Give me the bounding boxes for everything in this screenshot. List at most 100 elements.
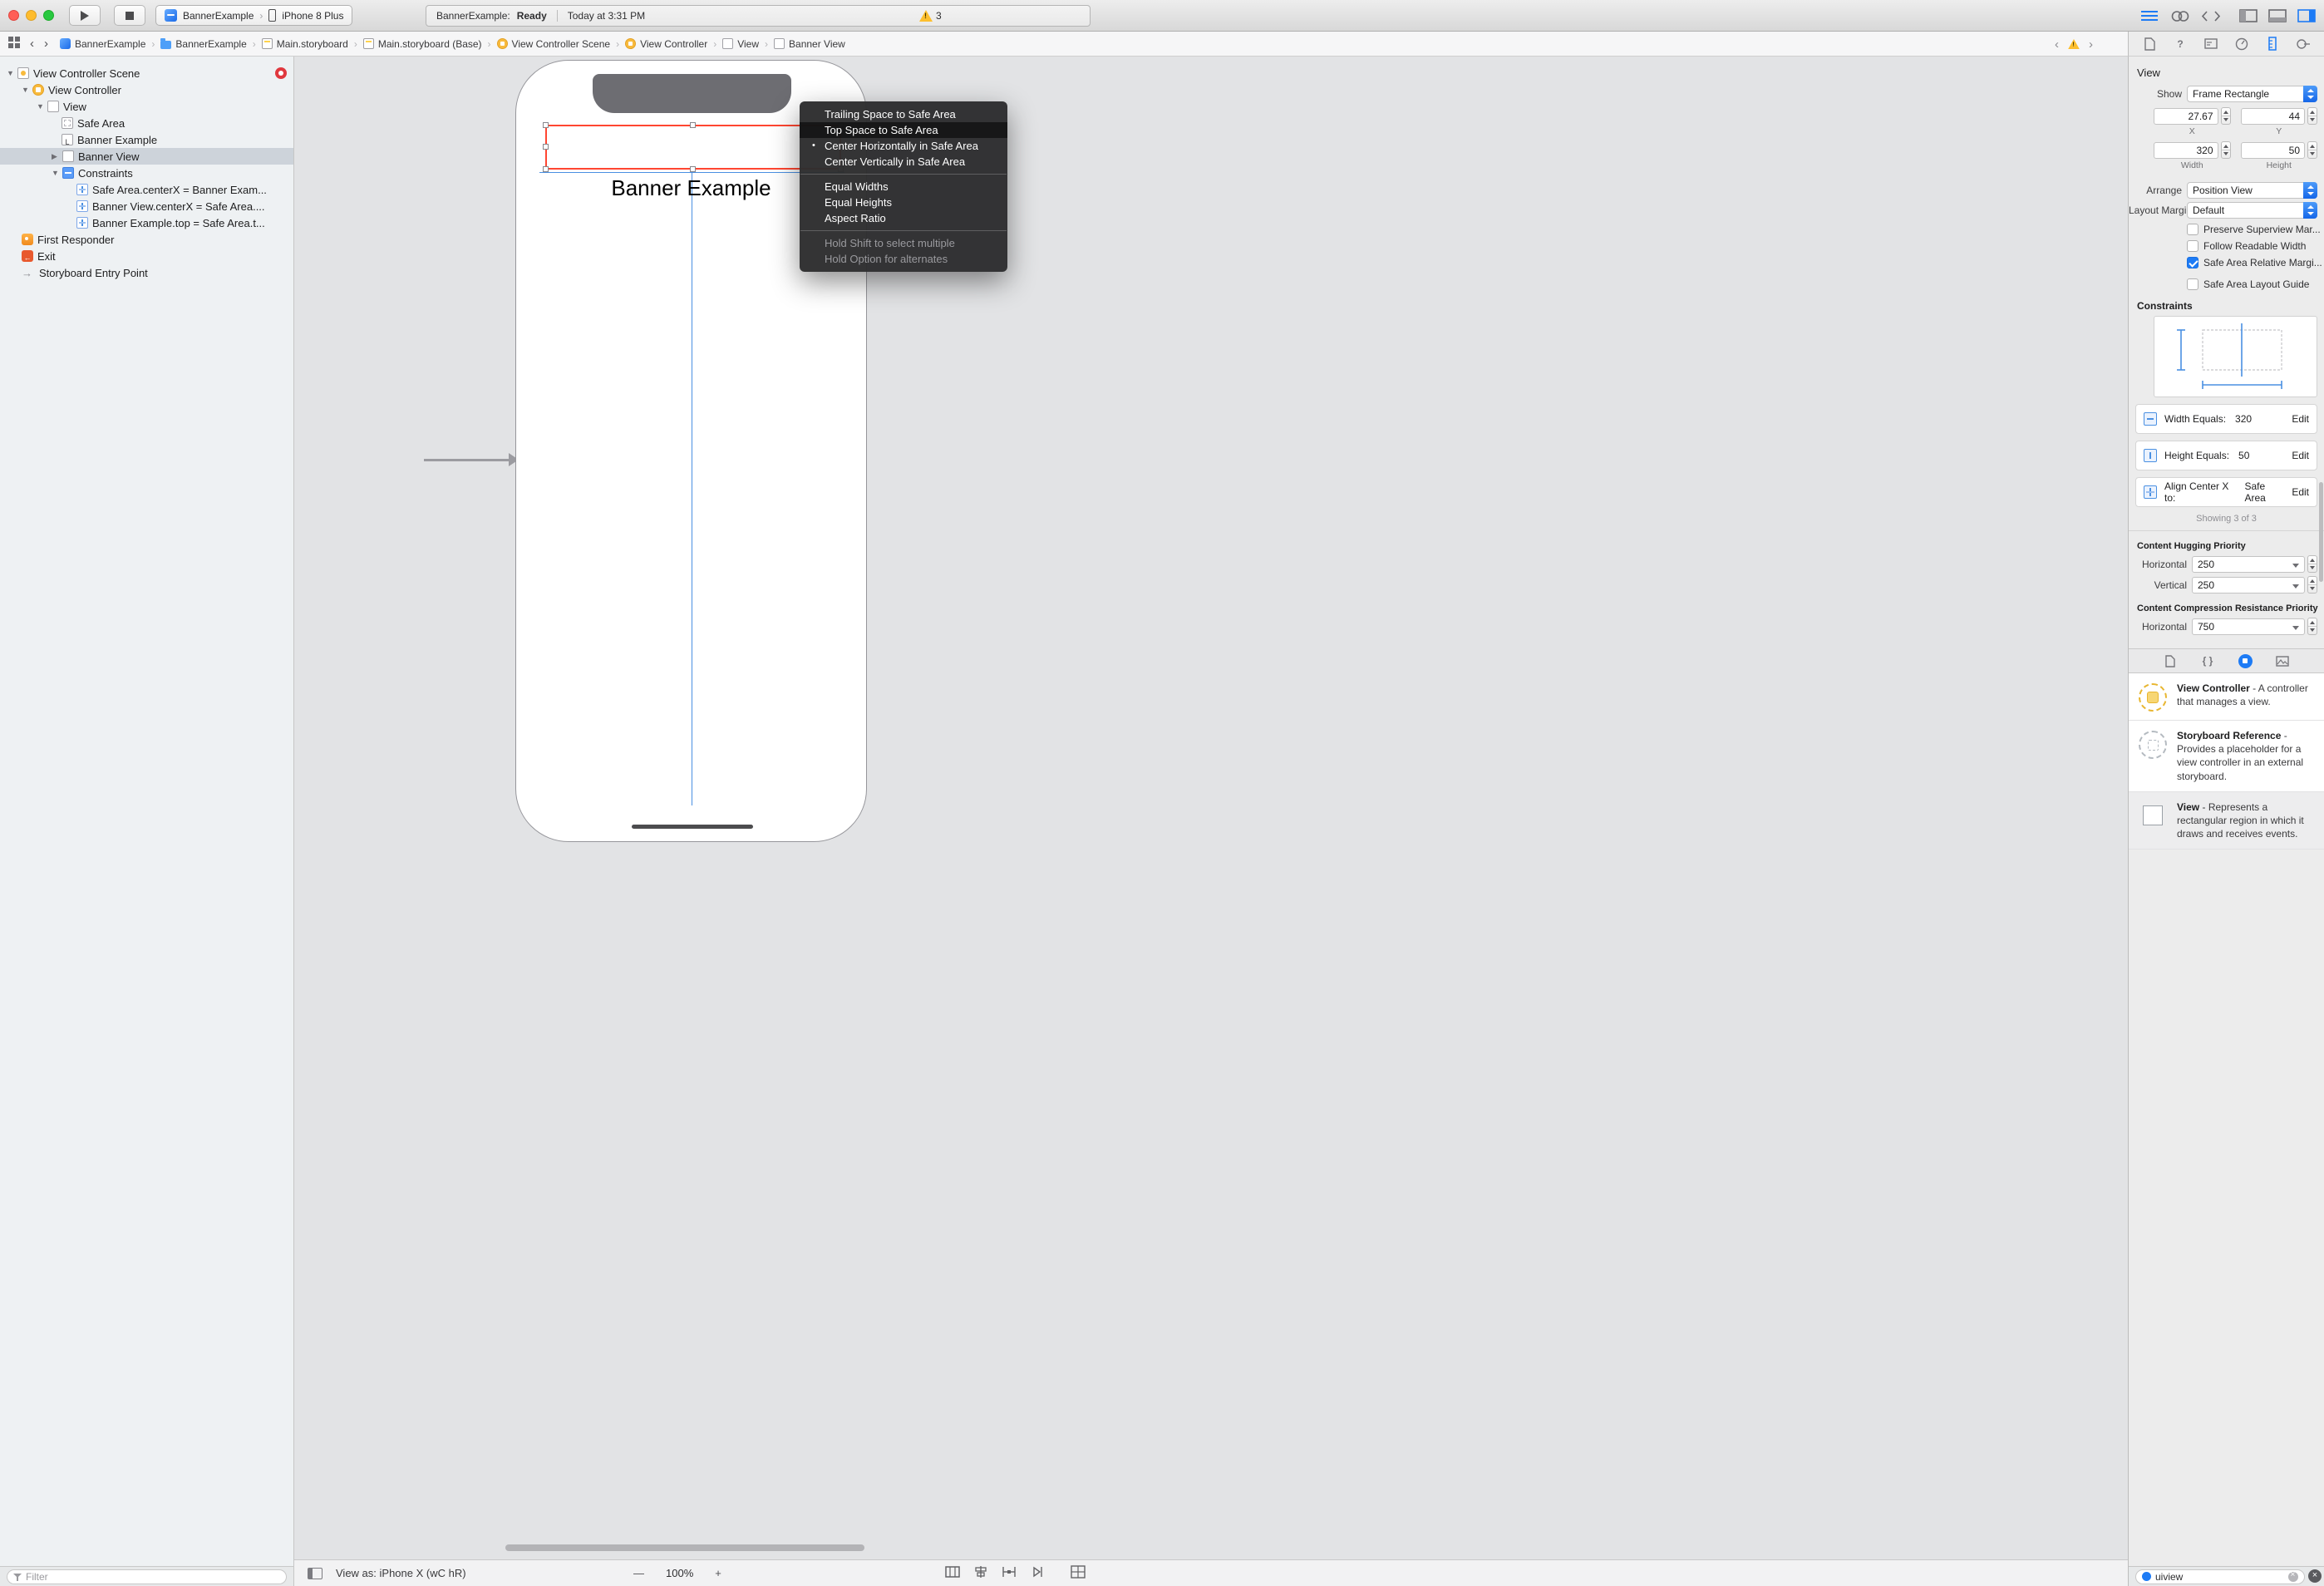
breadcrumb-banner-view[interactable]: Banner View bbox=[774, 38, 845, 50]
close-library-button[interactable] bbox=[2308, 1569, 2322, 1583]
previous-issue-button[interactable] bbox=[2055, 38, 2059, 51]
outline-row-constraint-3[interactable]: Banner Example.top = Safe Area.t... bbox=[0, 214, 293, 231]
width-field[interactable] bbox=[2154, 141, 2218, 159]
pin-button[interactable] bbox=[1001, 1565, 1017, 1581]
library-item-view-controller[interactable]: View Controller - A controller that mana… bbox=[2129, 673, 2324, 721]
breadcrumb-storyboard[interactable]: Main.storyboard bbox=[261, 38, 348, 50]
disclosure-triangle-icon[interactable] bbox=[37, 102, 47, 111]
outline-row-exit[interactable]: Exit bbox=[0, 248, 293, 264]
edit-constraint-button[interactable]: Edit bbox=[2292, 450, 2309, 461]
menu-item-trailing-space[interactable]: Trailing Space to Safe Area bbox=[800, 106, 1007, 122]
resize-handle[interactable] bbox=[543, 144, 549, 150]
disclosure-triangle-icon[interactable] bbox=[7, 69, 17, 77]
navigator-panel-toggle[interactable] bbox=[2239, 9, 2258, 22]
run-destination-label[interactable]: iPhone 8 Plus bbox=[282, 10, 343, 22]
compression-horizontal-stepper[interactable] bbox=[2307, 618, 2317, 635]
media-library-tab[interactable] bbox=[2276, 654, 2290, 668]
library-item-storyboard-reference[interactable]: Storyboard Reference - Provides a placeh… bbox=[2129, 721, 2324, 792]
menu-item-center-horizontally[interactable]: • Center Horizontally in Safe Area bbox=[800, 138, 1007, 154]
x-stepper[interactable] bbox=[2220, 107, 2231, 125]
outline-row-safe-area[interactable]: Safe Area bbox=[0, 115, 293, 131]
clear-filter-icon[interactable] bbox=[2288, 1570, 2298, 1582]
disclosure-triangle-icon[interactable] bbox=[52, 169, 62, 177]
library-filter-field[interactable] bbox=[2135, 1569, 2305, 1584]
menu-item-top-space[interactable]: Top Space to Safe Area bbox=[800, 122, 1007, 138]
resize-handle[interactable] bbox=[543, 122, 549, 128]
related-items-icon[interactable] bbox=[8, 37, 20, 51]
warning-icon[interactable] bbox=[2068, 39, 2080, 49]
inspector-panel-toggle[interactable] bbox=[2297, 9, 2316, 22]
y-field[interactable] bbox=[2240, 107, 2305, 125]
debug-panel-toggle[interactable] bbox=[2268, 9, 2287, 22]
storyboard-entry-point-arrow[interactable] bbox=[424, 453, 519, 466]
outline-row-banner-example-label[interactable]: Banner Example bbox=[0, 131, 293, 148]
outline-row-entry-point[interactable]: Storyboard Entry Point bbox=[0, 264, 293, 281]
storyboard-canvas[interactable]: Banner Example Trailing Space to Safe Ar… bbox=[294, 57, 2128, 1559]
resize-handle[interactable] bbox=[690, 122, 696, 128]
back-button[interactable] bbox=[30, 37, 34, 50]
breadcrumb-group[interactable]: BannerExample bbox=[160, 38, 247, 50]
identity-inspector-tab[interactable] bbox=[2203, 37, 2218, 52]
resize-handle[interactable] bbox=[543, 166, 549, 172]
disclosure-triangle-icon[interactable] bbox=[22, 86, 32, 94]
hugging-horizontal-stepper[interactable] bbox=[2307, 555, 2317, 573]
constraint-row-align-center-x[interactable]: Align Center X to: Safe Area Edit bbox=[2135, 477, 2317, 507]
layout-margins-popup[interactable]: Default bbox=[2187, 202, 2317, 219]
outline-row-constraint-2[interactable]: Banner View.centerX = Safe Area.... bbox=[0, 198, 293, 214]
outline-row-first-responder[interactable]: First Responder bbox=[0, 231, 293, 248]
resolve-autolayout-button[interactable] bbox=[1029, 1565, 1046, 1581]
hugging-vertical-combo[interactable]: 250 bbox=[2192, 576, 2305, 594]
hugging-vertical-stepper[interactable] bbox=[2307, 576, 2317, 594]
inspector-scrollbar[interactable] bbox=[2319, 482, 2323, 582]
edit-constraint-button[interactable]: Edit bbox=[2292, 413, 2309, 425]
width-stepper[interactable] bbox=[2220, 141, 2231, 159]
quick-help-inspector-tab[interactable]: ? bbox=[2173, 37, 2188, 52]
banner-view-selection[interactable] bbox=[543, 122, 844, 172]
next-issue-button[interactable] bbox=[2089, 38, 2093, 51]
size-inspector-tab[interactable] bbox=[2265, 37, 2280, 52]
follow-readable-width-checkbox[interactable] bbox=[2187, 240, 2198, 252]
outline-filter-field[interactable] bbox=[7, 1569, 287, 1584]
outline-row-constraints[interactable]: Constraints bbox=[0, 165, 293, 181]
outline-row-view[interactable]: View bbox=[0, 98, 293, 115]
compression-horizontal-combo[interactable]: 750 bbox=[2192, 618, 2305, 635]
constraint-row-height[interactable]: Height Equals: 50 Edit bbox=[2135, 441, 2317, 470]
library-item-view[interactable]: View - Represents a rectangular region i… bbox=[2129, 791, 2324, 850]
breadcrumb-view-controller[interactable]: View Controller bbox=[625, 38, 707, 50]
file-template-library-tab[interactable] bbox=[2164, 654, 2178, 668]
arrange-popup[interactable]: Position View bbox=[2187, 182, 2317, 199]
assistant-editor-button[interactable] bbox=[2170, 9, 2190, 23]
menu-item-equal-widths[interactable]: Equal Widths bbox=[800, 179, 1007, 195]
breadcrumb-view[interactable]: View bbox=[722, 38, 759, 50]
height-field[interactable] bbox=[2240, 141, 2305, 159]
menu-item-center-vertically[interactable]: Center Vertically in Safe Area bbox=[800, 154, 1007, 170]
breadcrumb-project[interactable]: BannerExample bbox=[60, 38, 145, 50]
issues-indicator[interactable]: 3 bbox=[919, 10, 942, 22]
file-inspector-tab[interactable] bbox=[2142, 37, 2157, 52]
attributes-inspector-tab[interactable] bbox=[2234, 37, 2249, 52]
library-filter-input[interactable] bbox=[2155, 1570, 2284, 1583]
outline-row-scene[interactable]: View Controller Scene bbox=[0, 65, 293, 81]
menu-item-equal-heights[interactable]: Equal Heights bbox=[800, 195, 1007, 210]
outline-filter-input[interactable] bbox=[26, 1570, 280, 1583]
forward-button[interactable] bbox=[44, 37, 48, 50]
scheme-selector[interactable]: BannerExample iPhone 8 Plus bbox=[155, 5, 353, 26]
object-library-tab[interactable] bbox=[2238, 653, 2253, 668]
device-configuration-button[interactable] bbox=[1071, 1565, 1086, 1581]
edit-constraint-button[interactable]: Edit bbox=[2292, 486, 2309, 498]
zoom-in-button[interactable]: + bbox=[715, 1567, 721, 1579]
scheme-name-label[interactable]: BannerExample bbox=[183, 10, 254, 22]
x-field[interactable] bbox=[2154, 107, 2218, 125]
show-popup[interactable]: Frame Rectangle bbox=[2187, 86, 2317, 102]
version-editor-button[interactable] bbox=[2201, 9, 2221, 23]
disclosure-triangle-icon[interactable] bbox=[52, 152, 62, 161]
constraint-row-width[interactable]: Width Equals: 320 Edit bbox=[2135, 404, 2317, 434]
code-snippet-library-tab[interactable]: { } bbox=[2201, 654, 2215, 668]
safe-area-layout-guide-checkbox[interactable] bbox=[2187, 278, 2198, 290]
breadcrumb-scene[interactable]: View Controller Scene bbox=[496, 38, 610, 50]
zoom-level[interactable]: 100% bbox=[666, 1567, 693, 1579]
close-window-button[interactable] bbox=[8, 10, 19, 21]
y-stepper[interactable] bbox=[2307, 107, 2317, 125]
stop-button[interactable] bbox=[114, 5, 145, 26]
view-as-label[interactable]: View as: iPhone X (wC hR) bbox=[336, 1567, 466, 1579]
